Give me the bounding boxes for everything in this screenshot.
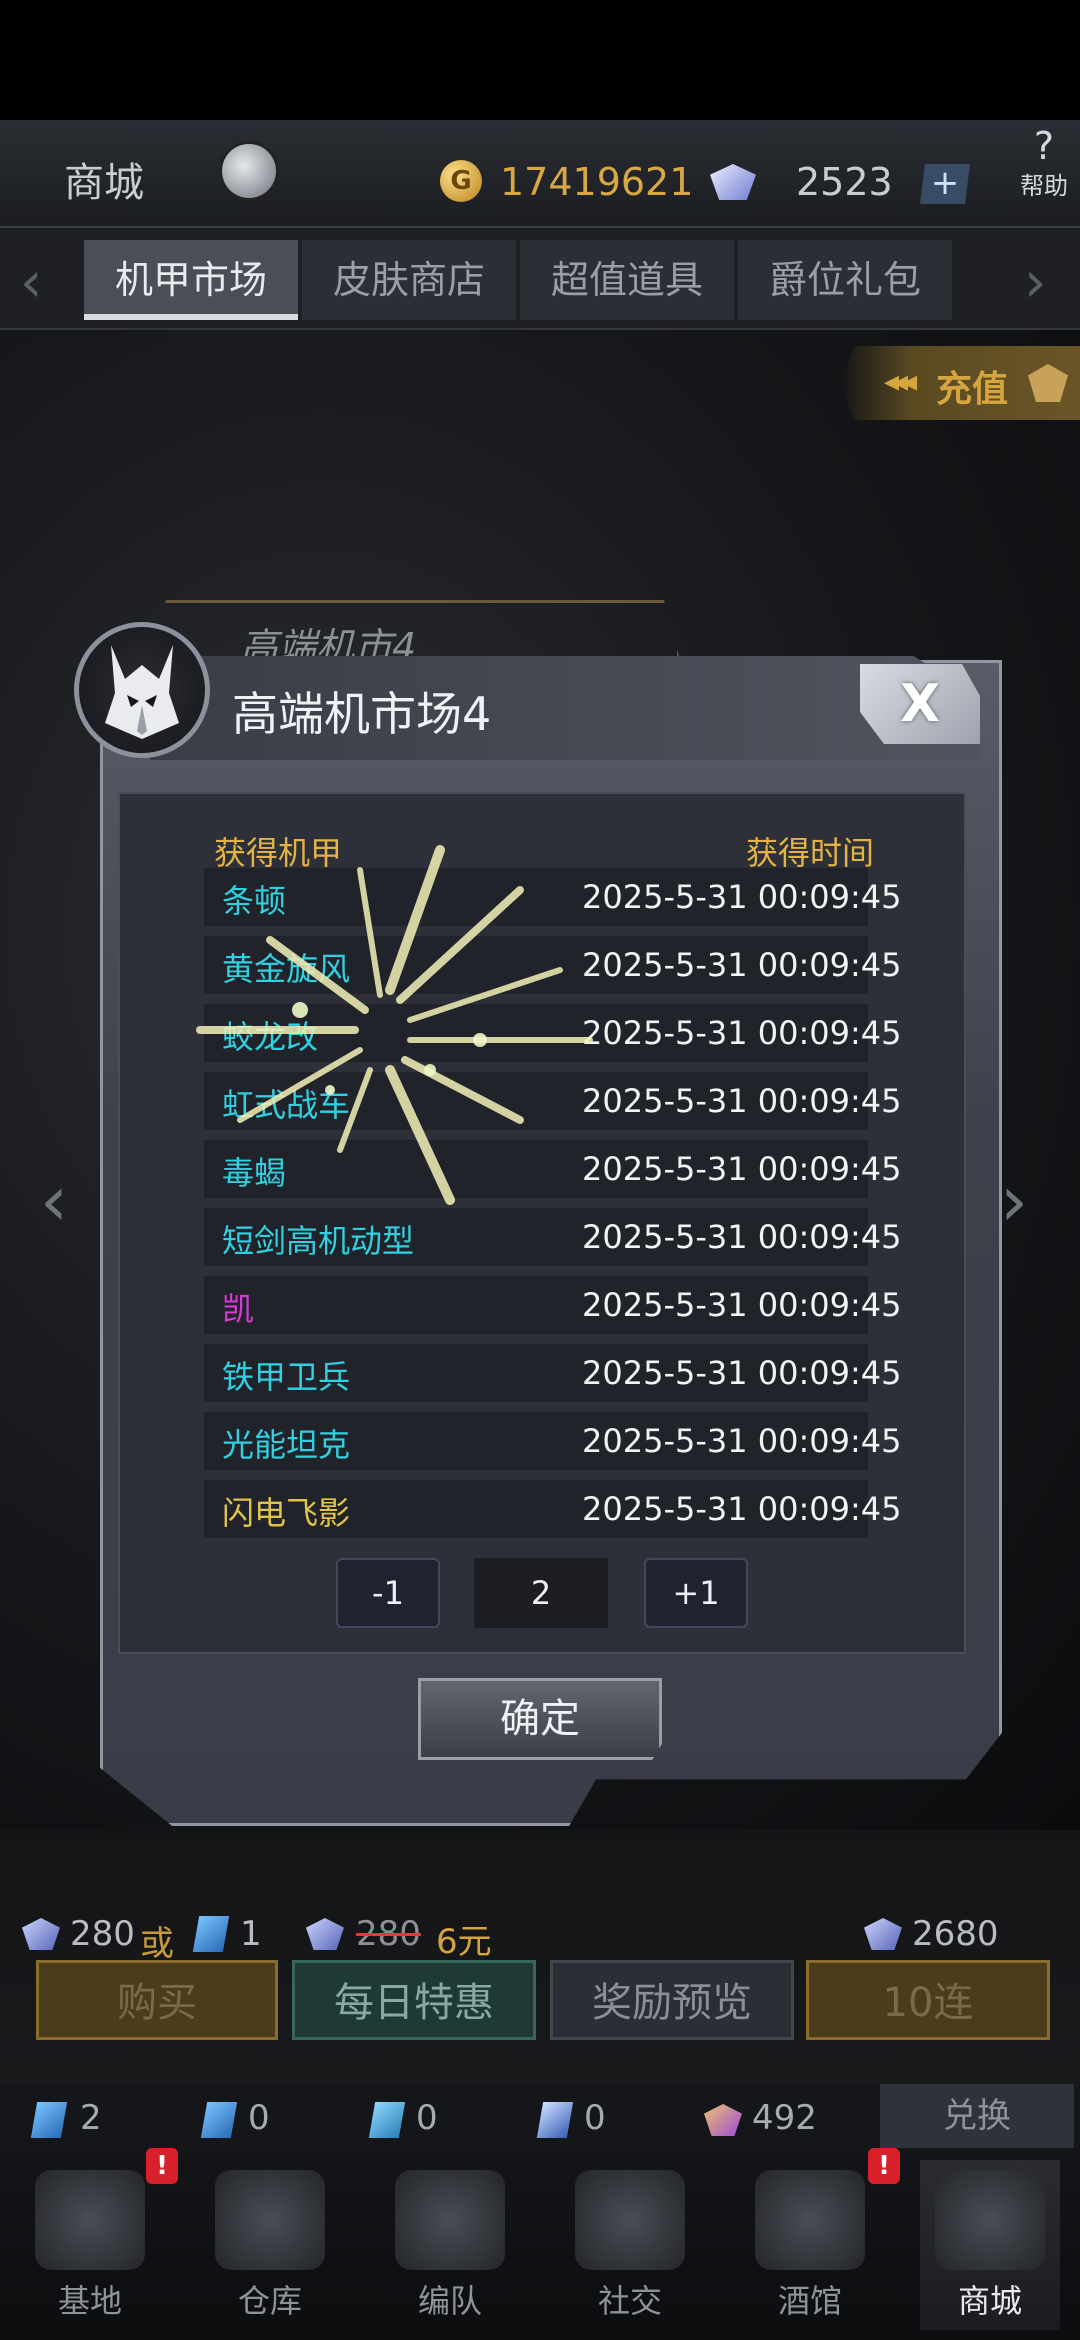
obtain-time: 2025-5-31 00:09:45 bbox=[582, 1218, 902, 1256]
resource-count: 492 bbox=[752, 2098, 817, 2138]
nav-tavern[interactable]: 酒馆 bbox=[740, 2160, 880, 2330]
nav-label: 社交 bbox=[597, 2282, 662, 2320]
beer-mug-icon bbox=[755, 2170, 865, 2270]
coin-icon: G bbox=[440, 160, 482, 202]
obtain-time: 2025-5-31 00:09:45 bbox=[582, 946, 902, 984]
crate-icon bbox=[215, 2170, 325, 2270]
carousel-left-arrow-icon[interactable]: ‹ bbox=[40, 1160, 68, 1242]
nav-label: 仓库 bbox=[237, 2282, 302, 2320]
mech-name: 光能坦克 bbox=[222, 1426, 351, 1464]
page-plus-button[interactable]: +1 bbox=[644, 1558, 748, 1628]
obtain-time: 2025-5-31 00:09:45 bbox=[582, 1150, 902, 1188]
nav-social[interactable]: 社交 bbox=[560, 2160, 700, 2330]
mech-name: 闪电飞影 bbox=[222, 1494, 351, 1532]
mech-name: 铁甲卫兵 bbox=[222, 1358, 351, 1396]
recharge-arrows-icon: ◂◂◂ bbox=[884, 364, 917, 399]
tabs-left-arrow-icon[interactable]: ‹ bbox=[20, 250, 42, 315]
nav-warehouse[interactable]: 仓库 bbox=[200, 2160, 340, 2330]
ticket-icon bbox=[192, 1916, 230, 1952]
resource-count: 0 bbox=[584, 2098, 606, 2138]
page-title: 商城 bbox=[64, 160, 144, 206]
help-label: 帮助 bbox=[1020, 172, 1068, 200]
ten-draw-button[interactable]: 10连 bbox=[806, 1960, 1050, 2040]
shop-orb-icon bbox=[935, 2170, 1045, 2270]
sparkle-effect bbox=[196, 845, 593, 1205]
ticket-icon bbox=[30, 2102, 68, 2138]
mech-emblem-icon bbox=[74, 622, 210, 758]
top-bar: 商城 G 17419621 2523 + bbox=[0, 120, 1080, 228]
tab-skin-shop[interactable]: 皮肤商店 bbox=[302, 240, 516, 320]
resource-count: 2 bbox=[80, 2098, 102, 2138]
coin-balance: 17419621 bbox=[500, 160, 694, 204]
page-minus-button[interactable]: -1 bbox=[336, 1558, 440, 1628]
carousel-right-arrow-icon[interactable]: › bbox=[1000, 1160, 1028, 1242]
globe-icon[interactable] bbox=[222, 144, 276, 198]
tabs-right-arrow-icon[interactable]: › bbox=[1024, 250, 1046, 315]
obtain-time: 2025-5-31 00:09:45 bbox=[582, 1014, 902, 1052]
alert-badge: ! bbox=[146, 2148, 178, 2184]
buy-button[interactable]: 购买 bbox=[36, 1960, 278, 2040]
card-icon bbox=[536, 2102, 574, 2138]
resource-count: 0 bbox=[416, 2098, 438, 2138]
alert-badge: ! bbox=[868, 2148, 900, 2184]
gem-icon bbox=[306, 1918, 344, 1950]
shop-tabs: ‹ 机甲市场 皮肤商店 超值道具 爵位礼包 › bbox=[0, 230, 1080, 330]
nav-shop[interactable]: 商城 bbox=[920, 2160, 1060, 2330]
nav-label: 商城 bbox=[957, 2282, 1022, 2320]
star-emblem-icon bbox=[35, 2170, 145, 2270]
obtain-time: 2025-5-31 00:09:45 bbox=[582, 1286, 902, 1324]
gem-icon bbox=[710, 164, 756, 200]
tab-value-items[interactable]: 超值道具 bbox=[520, 240, 734, 320]
nav-label: 编队 bbox=[417, 2282, 482, 2320]
tab-rank-packs[interactable]: 爵位礼包 bbox=[738, 240, 952, 320]
daily-deal-button[interactable]: 每日特惠 bbox=[292, 1960, 536, 2040]
original-price: 280 bbox=[356, 1914, 421, 1954]
close-button[interactable]: X bbox=[860, 664, 980, 744]
cost-gems: 280 bbox=[70, 1914, 135, 1954]
confirm-button[interactable]: 确定 bbox=[418, 1678, 662, 1760]
add-gems-button[interactable]: + bbox=[920, 164, 970, 204]
gem-balance: 2523 bbox=[796, 160, 893, 204]
handshake-icon bbox=[575, 2170, 685, 2270]
obtain-time: 2025-5-31 00:09:45 bbox=[582, 1354, 902, 1392]
nav-label: 基地 bbox=[57, 2282, 122, 2320]
nav-label: 酒馆 bbox=[777, 2282, 842, 2320]
recharge-label: 充值 bbox=[936, 369, 1009, 410]
obtain-time: 2025-5-31 00:09:45 bbox=[582, 1422, 902, 1460]
help-button[interactable]: ? 帮助 bbox=[1012, 124, 1076, 200]
screen: 商城 G 17419621 2523 + ? 帮助 ‹ 机甲市场 皮肤商店 超值… bbox=[0, 0, 1080, 2340]
or-label: 或 bbox=[140, 1924, 174, 1964]
mech-name: 凯 bbox=[222, 1290, 255, 1328]
cost-tickets: 1 bbox=[240, 1914, 262, 1954]
resource-count: 0 bbox=[248, 2098, 270, 2138]
reward-preview-button[interactable]: 奖励预览 bbox=[550, 1960, 794, 2040]
gem-icon bbox=[1028, 364, 1068, 402]
ten-draw-cost: 2680 bbox=[912, 1914, 999, 1954]
obtain-time: 2025-5-31 00:09:45 bbox=[582, 1082, 902, 1120]
page-number: 2 bbox=[474, 1558, 608, 1628]
tab-mech-market[interactable]: 机甲市场 bbox=[84, 240, 298, 320]
ticket-icon bbox=[200, 2102, 238, 2138]
exchange-button[interactable]: 兑换 bbox=[880, 2084, 1074, 2148]
nav-base[interactable]: 基地 bbox=[20, 2160, 160, 2330]
recharge-button[interactable]: ◂◂◂ 充值 bbox=[840, 346, 1080, 420]
helmet-icon bbox=[395, 2170, 505, 2270]
nav-formation[interactable]: 编队 bbox=[380, 2160, 520, 2330]
help-icon: ? bbox=[1033, 124, 1055, 168]
action-bar: 购买 每日特惠 奖励预览 10连 bbox=[0, 1960, 1080, 2044]
card-icon bbox=[368, 2102, 406, 2138]
modal-title: 高端机市场4 bbox=[232, 687, 492, 741]
gem-icon bbox=[864, 1918, 902, 1950]
sale-price: 6元 bbox=[436, 1922, 492, 1962]
obtain-time: 2025-5-31 00:09:45 bbox=[582, 1490, 902, 1528]
obtain-time: 2025-5-31 00:09:45 bbox=[582, 878, 902, 916]
crystal-icon bbox=[704, 2104, 742, 2136]
gem-icon bbox=[22, 1918, 60, 1950]
